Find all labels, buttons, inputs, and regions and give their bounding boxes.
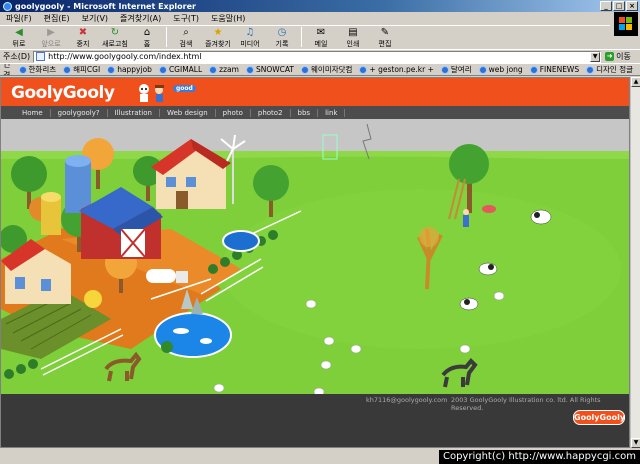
home-button[interactable]: ⌂ 홈 — [132, 26, 162, 49]
home-icon: ⌂ — [143, 27, 151, 38]
link-item[interactable]: FINENEWS — [529, 65, 579, 74]
go-arrow-icon: ➜ — [605, 52, 615, 61]
link-item[interactable]: happyjob — [107, 65, 152, 74]
ie-link-icon — [301, 65, 310, 74]
nav-goolygooly[interactable]: goolygooly? — [51, 108, 108, 117]
good-badge: good — [173, 85, 196, 92]
ie-link-icon — [440, 65, 449, 74]
address-url: http://www.goolygooly.com/index.html — [48, 52, 202, 61]
search-icon: ⌕ — [183, 27, 189, 38]
edit-icon: ✎ — [380, 27, 390, 38]
ie-link-icon — [63, 65, 72, 74]
window-title-bar: goolygooly - Microsoft Internet Explorer… — [0, 0, 640, 12]
stop-button[interactable]: ✖ 중지 — [68, 26, 98, 49]
stop-icon: ✖ — [78, 27, 88, 38]
address-dropdown-button[interactable]: ▼ — [590, 51, 601, 62]
mail-button[interactable]: ✉ 메일 — [306, 26, 336, 49]
history-icon: ◷ — [277, 27, 287, 38]
toolbar-separator — [301, 27, 302, 47]
site-footer: kh7116@goolygooly.com 2003 GoolyGooly Il… — [1, 394, 629, 447]
link-item[interactable]: 달여리 — [440, 64, 472, 75]
window-controls: _ □ × — [600, 1, 638, 11]
vertical-scrollbar[interactable]: ▲ ▼ — [630, 77, 640, 448]
windows-logo-icon — [614, 12, 638, 36]
edit-button[interactable]: ✎ 편집 — [370, 26, 400, 49]
link-item[interactable]: 해피CGI — [63, 64, 100, 75]
ie-link-icon — [18, 65, 27, 74]
toolbar-separator — [166, 27, 167, 47]
ie-link-icon — [529, 65, 538, 74]
menu-edit[interactable]: 편집(E) — [44, 13, 70, 24]
link-item[interactable]: 디자인 정글 — [586, 64, 633, 75]
scroll-down-button[interactable]: ▼ — [631, 438, 640, 448]
menu-view[interactable]: 보기(V) — [82, 13, 108, 24]
site-header: GoolyGooly good — [1, 78, 629, 106]
print-icon: ▤ — [348, 27, 358, 38]
nav-photo2[interactable]: photo2 — [251, 108, 291, 117]
ie-link-icon — [359, 65, 368, 74]
link-item[interactable]: 웨이미자닷컴 — [301, 64, 352, 75]
window-title: goolygooly - Microsoft Internet Explorer — [15, 1, 196, 11]
forward-arrow-icon: ▶ — [47, 27, 55, 38]
copyright-watermark: Copyright(c) http://www.happycgi.com — [438, 450, 640, 464]
refresh-icon: ↻ — [110, 27, 120, 38]
site-logo[interactable]: GoolyGooly — [11, 83, 115, 103]
link-item[interactable]: SNOWCAT — [245, 65, 294, 74]
menu-favorites[interactable]: 즐겨찾기(A) — [120, 13, 161, 24]
mail-icon: ✉ — [316, 27, 326, 38]
nav-link[interactable]: link — [318, 108, 346, 117]
mascot-characters-icon — [139, 84, 164, 102]
back-button[interactable]: ◀ 뒤로 — [4, 26, 34, 49]
ie-link-icon — [245, 65, 254, 74]
menu-help[interactable]: 도움말(H) — [211, 13, 245, 24]
ie-link-icon — [478, 65, 487, 74]
links-bar: 연결 한화리츠 해피CGI happyjob CGIMALL zzam SNOW… — [0, 63, 640, 76]
media-icon: ♫ — [245, 27, 255, 38]
footer-email[interactable]: kh7116@goolygooly.com — [366, 396, 447, 404]
nav-home[interactable]: Home — [15, 108, 51, 117]
nav-illustration[interactable]: Illustration — [108, 108, 160, 117]
favorites-button[interactable]: ★ 즐겨찾기 — [203, 26, 233, 49]
link-item[interactable]: CGIMALL — [158, 65, 202, 74]
link-item[interactable]: + geston.pe.kr + — [359, 65, 434, 74]
link-item[interactable]: zzam — [209, 65, 239, 74]
address-input[interactable]: http://www.goolygooly.com/index.html ▼ — [33, 50, 602, 63]
standard-toolbar: ◀ 뒤로 ▶ 앞으로 ✖ 중지 ↻ 새로고침 ⌂ 홈 ⌕ 검색 ★ 즐겨찾기 ♫… — [0, 25, 610, 49]
address-bar: 주소(D) http://www.goolygooly.com/index.ht… — [0, 49, 640, 63]
go-button[interactable]: ➜ 이동 — [605, 51, 631, 62]
ie-link-icon — [586, 65, 595, 74]
refresh-button[interactable]: ↻ 새로고침 — [100, 26, 130, 49]
nav-bbs[interactable]: bbs — [291, 108, 319, 117]
menu-file[interactable]: 파일(F) — [6, 13, 32, 24]
search-button[interactable]: ⌕ 검색 — [171, 26, 201, 49]
maximize-button[interactable]: □ — [613, 1, 625, 11]
media-button[interactable]: ♫ 미디어 — [235, 26, 265, 49]
nav-web-design[interactable]: Web design — [160, 108, 216, 117]
scroll-up-button[interactable]: ▲ — [631, 77, 640, 87]
browser-viewport: GoolyGooly good Home goolygooly? Illustr… — [0, 77, 630, 448]
print-button[interactable]: ▤ 인쇄 — [338, 26, 368, 49]
ie-icon — [3, 1, 12, 11]
ie-link-icon — [209, 65, 218, 74]
links-label: 연결 — [3, 63, 11, 76]
nav-photo[interactable]: photo — [216, 108, 251, 117]
footer-logo[interactable]: GoolyGooly — [573, 410, 625, 425]
forward-button[interactable]: ▶ 앞으로 — [36, 26, 66, 49]
menu-tools[interactable]: 도구(T) — [173, 13, 199, 24]
minimize-button[interactable]: _ — [600, 1, 612, 11]
menu-bar: 파일(F) 편집(E) 보기(V) 즐겨찾기(A) 도구(T) 도움말(H) — [0, 12, 640, 25]
page-icon — [36, 52, 46, 61]
back-arrow-icon: ◀ — [15, 27, 23, 38]
farm-illustration — [1, 119, 629, 394]
ie-link-icon — [107, 65, 116, 74]
address-label: 주소(D) — [3, 52, 31, 61]
farm-scene-svg — [1, 119, 629, 394]
link-item[interactable]: 한화리츠 — [18, 64, 56, 75]
site-nav: Home goolygooly? Illustration Web design… — [1, 106, 629, 119]
star-icon: ★ — [213, 27, 223, 38]
link-item[interactable]: web jong — [478, 65, 523, 74]
close-button[interactable]: × — [626, 1, 638, 11]
history-button[interactable]: ◷ 기록 — [267, 26, 297, 49]
ie-link-icon — [158, 65, 167, 74]
